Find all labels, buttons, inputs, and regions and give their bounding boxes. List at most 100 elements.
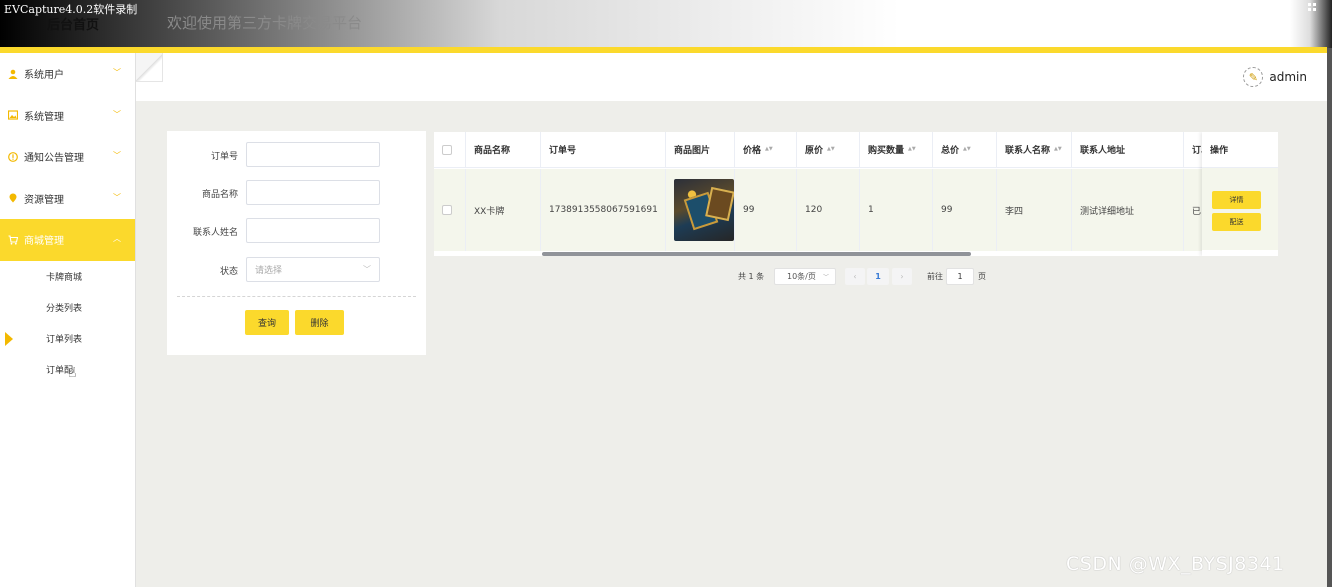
sidebar-item-system-management[interactable]: 系统管理 ﹀ (0, 95, 135, 137)
contact-name-input[interactable] (246, 218, 380, 243)
cell-contact-address: 测试详细地址 (1072, 169, 1184, 251)
detail-button[interactable]: 详情 (1212, 191, 1261, 209)
brand-title[interactable]: 后台首页 (0, 14, 146, 33)
cell-price: 99 (735, 169, 797, 251)
select-all-cell (434, 132, 466, 167)
page-size-value: 10条/页 (787, 272, 816, 281)
chevron-down-icon: ﹀ (113, 151, 121, 160)
sort-icon[interactable]: ▲▼ (1054, 147, 1062, 152)
sidebar-item-label: 资源管理 (24, 194, 64, 206)
cart-icon (8, 235, 18, 245)
col-contact-address: 联系人地址 (1072, 132, 1184, 167)
collapse-toggle-icon[interactable] (136, 53, 163, 82)
next-page-button[interactable]: › (892, 268, 912, 285)
sidebar-subitem-label: 分类列表 (46, 303, 83, 314)
user-menu[interactable]: ✎ admin (1243, 67, 1307, 87)
col-order-status: 订单 (1184, 132, 1204, 167)
cell-product-image (666, 169, 735, 251)
row-checkbox[interactable] (442, 205, 452, 215)
product-name-label: 商品名称 (201, 190, 238, 200)
actions-cell: 详情 配送 (1202, 168, 1278, 250)
product-name-input[interactable] (246, 180, 380, 205)
table-row[interactable]: XX卡牌 1738913558067591691 99 120 1 99 李四 … (434, 169, 1278, 251)
welcome-title: 欢迎使用第三方卡牌交易平台 (167, 14, 363, 32)
sidebar-item-label: 系统管理 (24, 111, 64, 123)
contact-name-field: 联系人姓名 (167, 218, 426, 244)
search-panel: 订单号 商品名称 联系人姓名 状态 请选择 ﹀ 查询 删除 (167, 131, 426, 355)
content-header: ✎ admin (136, 53, 1327, 101)
sidebar-item-system-users[interactable]: 系统用户 ﹀ (0, 53, 135, 95)
select-all-checkbox[interactable] (442, 144, 452, 155)
col-contact-name-label: 联系人名称 (1005, 146, 1051, 156)
col-total-label: 总价 (941, 146, 960, 156)
col-order-no: 订单号 (541, 132, 666, 167)
sidebar: 系统用户 ﹀ 系统管理 ﹀ 通知公告管理 ﹀ 资源管理 ﹀ 商城管理 ︿ 卡牌商… (0, 53, 136, 587)
order-no-label: 订单号 (210, 152, 238, 162)
hand-cursor-icon: ☝ (68, 365, 77, 381)
user-icon (8, 69, 18, 79)
location-icon (8, 193, 18, 203)
goto-label: 前往 (927, 272, 943, 281)
active-marker-icon (5, 331, 13, 346)
sidebar-subitem-label: 卡牌商城 (46, 272, 83, 283)
chevron-left-icon: ‹ (853, 272, 857, 281)
page-size-select[interactable]: 10条/页 ﹀ (774, 268, 836, 285)
horizontal-scrollbar[interactable] (542, 252, 971, 256)
query-button[interactable]: 查询 (245, 310, 289, 335)
delete-button[interactable]: 删除 (295, 310, 344, 335)
chevron-down-icon: ﹀ (113, 192, 121, 202)
table-header: 商品名称 订单号 商品图片 价格 ▲▼ 原价 ▲▼ 购买数量 ▲▼ 总价 ▲▼ 联系人名… (434, 132, 1278, 168)
col-price[interactable]: 价格 ▲▼ (735, 132, 797, 167)
sort-icon[interactable]: ▲▼ (908, 147, 916, 152)
cell-order-status: 已 (1184, 169, 1204, 251)
row-select-cell (434, 169, 466, 251)
page-number-current[interactable]: 1 (867, 268, 889, 285)
sidebar-subitem-category-list[interactable]: 分类列表 (0, 292, 135, 323)
prev-page-button[interactable]: ‹ (845, 268, 865, 285)
sidebar-item-label: 系统用户 (24, 70, 64, 82)
sidebar-item-resource-management[interactable]: 资源管理 ﹀ (0, 178, 135, 220)
col-contact-name[interactable]: 联系人名称 ▲▼ (997, 132, 1072, 167)
col-quantity[interactable]: 购买数量 ▲▼ (860, 132, 933, 167)
info-icon (8, 151, 18, 162)
col-price-label: 价格 (743, 146, 762, 156)
chevron-right-icon: › (900, 272, 904, 281)
window-edge (1327, 48, 1332, 587)
grid-icon[interactable] (1308, 3, 1320, 12)
chevron-down-icon: ﹀ (113, 68, 121, 77)
pagination-total: 共 1 条 (738, 272, 765, 281)
image-icon (8, 110, 18, 120)
col-original-price-label: 原价 (805, 146, 824, 156)
cell-contact-name: 李四 (997, 169, 1072, 251)
goto-page-input[interactable]: 1 (946, 268, 974, 285)
col-quantity-label: 购买数量 (868, 146, 905, 156)
sort-icon[interactable]: ▲▼ (963, 147, 971, 152)
col-total[interactable]: 总价 ▲▼ (933, 132, 997, 167)
divider (177, 296, 416, 297)
col-product-name: 商品名称 (466, 132, 541, 167)
order-no-input[interactable] (246, 142, 380, 167)
orders-table: 商品名称 订单号 商品图片 价格 ▲▼ 原价 ▲▼ 购买数量 ▲▼ 总价 ▲▼ 联系人名… (434, 132, 1278, 256)
sidebar-subitem-card-mall[interactable]: 卡牌商城 (0, 261, 135, 292)
sort-icon[interactable]: ▲▼ (827, 147, 835, 152)
status-select[interactable]: 请选择 ﹀ (246, 257, 380, 282)
sidebar-item-label: 通知公告管理 (24, 153, 84, 165)
username: admin (1269, 70, 1307, 84)
sort-icon[interactable]: ▲▼ (765, 147, 773, 152)
chevron-up-icon: ︿ (113, 234, 121, 243)
product-name-field: 商品名称 (167, 180, 426, 206)
actions-column: 操作 详情 配送 (1202, 132, 1278, 256)
page-suffix: 页 (978, 272, 986, 281)
col-original-price[interactable]: 原价 ▲▼ (797, 132, 860, 167)
chevron-down-icon: ﹀ (822, 274, 829, 281)
cell-total: 99 (933, 169, 997, 251)
cell-product-name: XX卡牌 (466, 169, 541, 251)
sidebar-subitem-label: 订单列表 (46, 334, 83, 345)
ship-button[interactable]: 配送 (1212, 213, 1261, 231)
sidebar-item-mall-management[interactable]: 商城管理 ︿ (0, 219, 135, 261)
chevron-down-icon: ﹀ (113, 109, 121, 119)
sidebar-item-notice-management[interactable]: 通知公告管理 ﹀ (0, 136, 135, 178)
watermark: CSDN @WX_BYSJ8341 (1066, 553, 1285, 575)
sidebar-subitem-order-list[interactable]: 订单列表 (0, 323, 135, 354)
product-image[interactable] (674, 179, 734, 241)
